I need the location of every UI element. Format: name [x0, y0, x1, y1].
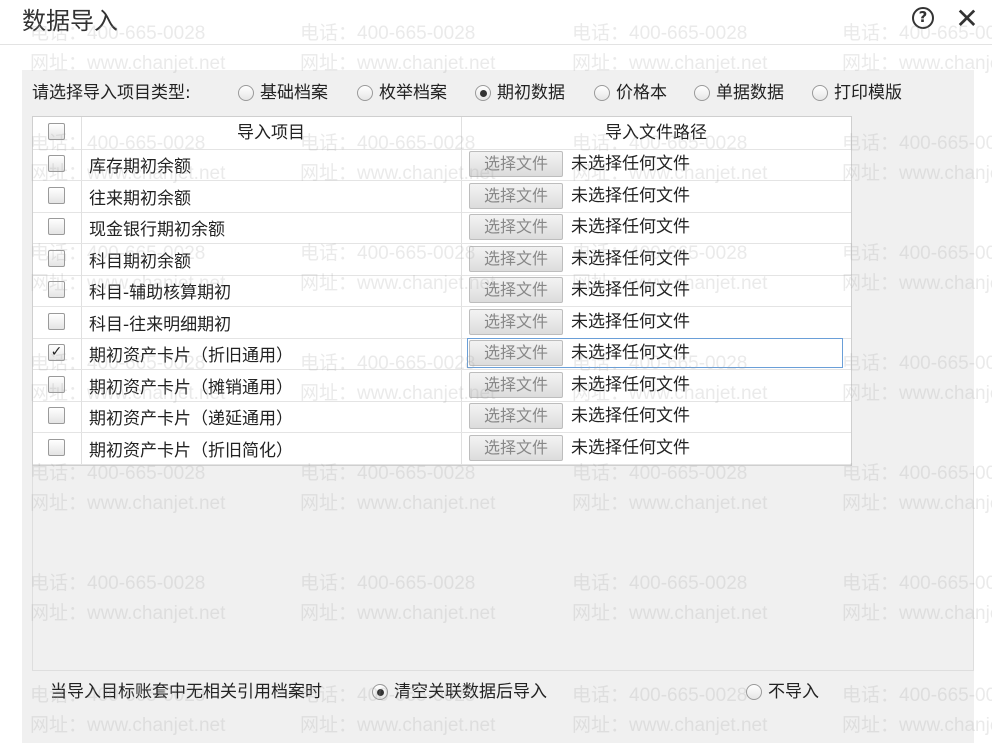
row-checkbox[interactable] — [48, 375, 65, 393]
file-status: 未选择任何文件 — [571, 217, 690, 237]
table-row: 现金银行期初余额 选择文件 未选择任何文件 — [33, 212, 851, 244]
missing-reference-options: 当导入目标账套中无相关引用档案时 清空关联数据后导入 不导入 — [50, 680, 819, 704]
radio-button[interactable] — [475, 85, 491, 101]
column-header-item: 导入项目 — [237, 123, 305, 143]
import-type-option[interactable]: 基础档案 — [238, 81, 328, 105]
row-checkbox[interactable] — [48, 281, 65, 298]
choose-file-button[interactable]: 选择文件 — [469, 151, 563, 177]
import-type-option[interactable]: 枚举档案 — [357, 81, 447, 105]
import-type-option[interactable]: 期初数据 — [475, 81, 565, 105]
import-item-name: 期初资产卡片（摊销通用） — [89, 377, 293, 398]
radio-button[interactable] — [694, 85, 710, 101]
import-type-option-label: 基础档案 — [260, 83, 328, 103]
radio-button[interactable] — [238, 85, 254, 101]
import-item-name: 期初资产卡片（折旧简化） — [89, 440, 293, 461]
missing-reference-option-label: 清空关联数据后导入 — [394, 682, 547, 702]
radio-button[interactable] — [372, 684, 388, 700]
table-row: 期初资产卡片（递延通用） 选择文件 未选择任何文件 — [33, 401, 851, 433]
import-item-name: 科目-往来明细期初 — [89, 314, 232, 335]
import-item-name: 现金银行期初余额 — [89, 220, 225, 240]
file-status: 未选择任何文件 — [571, 406, 690, 426]
import-type-option[interactable]: 价格本 — [594, 81, 667, 105]
missing-reference-label: 当导入目标账套中无相关引用档案时 — [50, 682, 322, 702]
import-items-table: 导入项目 导入文件路径 库存期初余额 选择文件 未选择任何文件 往来期初余额 选择文件未… — [32, 116, 852, 466]
choose-file-button[interactable]: 选择文件 — [469, 403, 563, 429]
missing-reference-option[interactable]: 清空关联数据后导入 — [372, 680, 547, 704]
choose-file-button[interactable]: 选择文件 — [469, 434, 563, 461]
close-icon[interactable]: ✕ — [952, 2, 982, 36]
table-header: 导入项目 导入文件路径 — [33, 117, 851, 150]
empty-panel — [32, 466, 974, 671]
row-checkbox[interactable] — [48, 186, 65, 204]
file-status: 未选择任何文件 — [571, 185, 690, 206]
dialog-title: 数据导入 — [22, 7, 118, 35]
choose-file-button[interactable]: 选择文件 — [469, 308, 563, 335]
file-status: 未选择任何文件 — [571, 248, 690, 269]
file-status: 未选择任何文件 — [571, 374, 690, 395]
import-type-label: 请选择导入项目类型: — [32, 83, 191, 103]
choose-file-button[interactable]: 选择文件 — [469, 277, 563, 303]
table-row: 库存期初余额 选择文件 未选择任何文件 — [33, 149, 851, 181]
table-row: 科目-辅助核算期初 选择文件 未选择任何文件 — [33, 275, 851, 307]
table-row: ✓ 期初资产卡片（折旧通用） 选择文件 未选择任何文件 — [33, 338, 851, 370]
import-type-option-label: 单据数据 — [716, 83, 784, 103]
import-item-name: 科目期初余额 — [89, 251, 191, 272]
choose-file-button[interactable]: 选择文件 — [469, 340, 563, 366]
import-item-name: 往来期初余额 — [89, 188, 191, 209]
radio-button[interactable] — [746, 684, 762, 700]
import-item-name: 库存期初余额 — [89, 157, 191, 177]
file-status: 未选择任何文件 — [571, 154, 690, 174]
import-type-option[interactable]: 单据数据 — [694, 81, 784, 105]
file-status: 未选择任何文件 — [571, 343, 690, 363]
radio-button[interactable] — [594, 85, 610, 101]
file-status: 未选择任何文件 — [571, 437, 690, 458]
table-row: 期初资产卡片（折旧简化） 选择文件 未选择任何文件 — [33, 432, 851, 465]
table-row: 往来期初余额 选择文件 未选择任何文件 — [33, 180, 851, 213]
import-item-name: 期初资产卡片（递延通用） — [89, 409, 293, 429]
row-checkbox[interactable] — [48, 249, 65, 267]
radio-button[interactable] — [357, 85, 373, 101]
radio-button[interactable] — [812, 85, 828, 101]
column-header-path: 导入文件路径 — [605, 123, 707, 143]
choose-file-button[interactable]: 选择文件 — [469, 214, 563, 240]
title-bar: 数据导入 ? ✕ — [0, 0, 992, 45]
import-type-option-label: 期初数据 — [497, 83, 565, 103]
missing-reference-option[interactable]: 不导入 — [746, 680, 819, 704]
help-icon[interactable]: ? — [912, 7, 934, 29]
file-status: 未选择任何文件 — [571, 280, 690, 300]
row-checkbox[interactable] — [48, 218, 65, 235]
choose-file-button[interactable]: 选择文件 — [469, 371, 563, 398]
choose-file-button[interactable]: 选择文件 — [469, 182, 563, 209]
import-type-option-label: 打印模版 — [834, 83, 902, 103]
import-item-name: 科目-辅助核算期初 — [89, 283, 232, 303]
import-type-option[interactable]: 打印模版 — [812, 81, 902, 105]
missing-reference-option-label: 不导入 — [768, 682, 819, 702]
row-checkbox[interactable]: ✓ — [48, 344, 65, 361]
table-row: 科目-往来明细期初 选择文件 未选择任何文件 — [33, 306, 851, 339]
row-checkbox[interactable] — [48, 312, 65, 330]
import-type-option-label: 价格本 — [616, 83, 667, 103]
table-row: 科目期初余额 选择文件 未选择任何文件 — [33, 243, 851, 276]
choose-file-button[interactable]: 选择文件 — [469, 245, 563, 272]
row-checkbox[interactable] — [48, 438, 65, 456]
row-checkbox[interactable] — [48, 407, 65, 424]
row-checkbox[interactable] — [48, 155, 65, 172]
file-status: 未选择任何文件 — [571, 311, 690, 332]
select-all-checkbox[interactable] — [48, 123, 65, 140]
import-item-name: 期初资产卡片（折旧通用） — [89, 346, 293, 366]
table-row: 期初资产卡片（摊销通用） 选择文件 未选择任何文件 — [33, 369, 851, 402]
import-type-option-label: 枚举档案 — [379, 83, 447, 103]
